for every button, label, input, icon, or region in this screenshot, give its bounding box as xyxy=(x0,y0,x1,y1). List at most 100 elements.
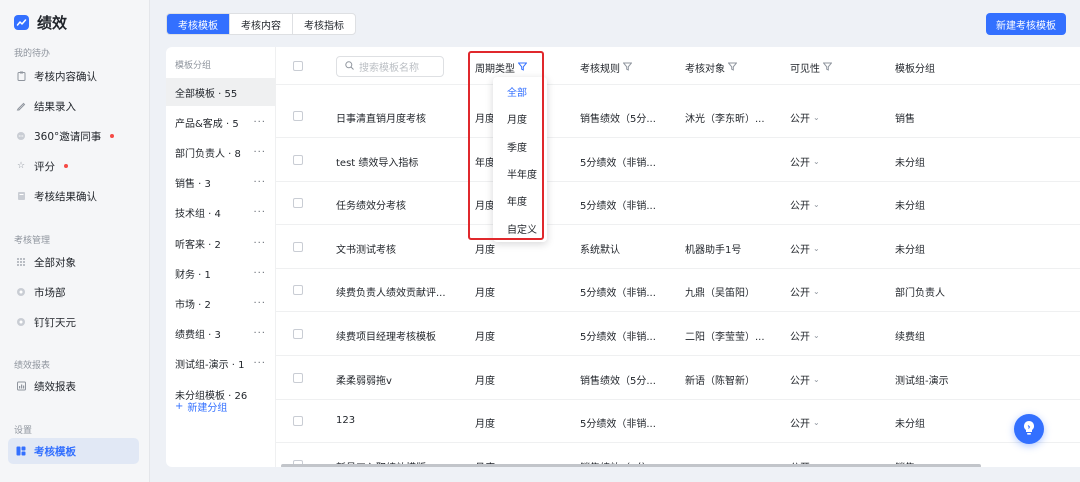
column-rule[interactable]: 考核规则 xyxy=(580,60,632,75)
table-row[interactable]: 日事清直销月度考核 月度 销售绩效（5分... 沐光（李东昕）... 销售 公开 ⌄ xyxy=(276,95,1080,138)
cell-period: 月度 xyxy=(475,332,495,343)
chevron-down-icon: ⌄ xyxy=(813,374,820,384)
sidebar-item-result-confirm[interactable]: 考核结果确认 xyxy=(8,183,139,209)
sidebar-item-score[interactable]: ☆ 评分 xyxy=(8,153,139,179)
help-fab-button[interactable] xyxy=(1014,414,1044,444)
group-item[interactable]: 部门负责人 · 8 ··· xyxy=(166,138,275,166)
table-row[interactable]: 续费负责人绩效贡献评... 月度 5分绩效（非销... 九鼎（吴笛阳） 部门负责人 公开 ⌄ xyxy=(276,269,1080,313)
more-options-icon[interactable]: ··· xyxy=(253,147,266,158)
table-row[interactable]: 柔柔弱弱拖v 月度 销售绩效（5分... 新语（陈智新） 测试组-演示 公开 ⌄ xyxy=(276,357,1080,400)
cell-name[interactable]: 任务绩效分考核 xyxy=(336,197,406,212)
row-checkbox[interactable] xyxy=(293,329,303,339)
app-logo-icon xyxy=(14,15,29,30)
column-visibility-label: 可见性 xyxy=(790,64,820,75)
sidebar-item-report[interactable]: 绩效报表 xyxy=(8,373,139,399)
visibility-value: 公开 xyxy=(790,375,810,387)
chevron-down-icon: ⌄ xyxy=(813,287,820,297)
annotation-highlight-box xyxy=(468,51,544,240)
filter-icon[interactable] xyxy=(728,62,737,74)
more-options-icon[interactable]: ··· xyxy=(253,238,266,249)
sidebar-item-invite[interactable]: 360°邀请同事 xyxy=(8,123,139,149)
table-row[interactable]: 任务绩效分考核 月度 5分绩效（非销... 未分组 公开 ⌄ xyxy=(276,182,1080,226)
group-item[interactable]: 听客来 · 2 ··· xyxy=(166,229,275,257)
cell-name[interactable]: 柔柔弱弱拖v xyxy=(336,372,392,387)
select-all-checkbox[interactable] xyxy=(293,61,303,71)
group-item[interactable]: 市场 · 2 ··· xyxy=(166,289,275,317)
row-checkbox[interactable] xyxy=(293,285,303,296)
sidebar-item-result-entry[interactable]: 结果录入 xyxy=(8,93,139,119)
visibility-select[interactable]: 公开⌄ xyxy=(790,197,820,212)
column-target-label: 考核对象 xyxy=(685,64,725,75)
sidebar-item-label: 绩效报表 xyxy=(34,380,76,393)
horizontal-scrollbar[interactable] xyxy=(281,464,981,467)
sidebar-item-dingtalk[interactable]: 钉钉天元 xyxy=(8,309,139,335)
group-item[interactable]: 全部模板 · 55 xyxy=(166,78,275,106)
row-checkbox[interactable] xyxy=(293,198,303,209)
row-checkbox[interactable] xyxy=(293,154,303,165)
tab-templates[interactable]: 考核模板 xyxy=(167,14,230,34)
table-row[interactable]: 文书测试考核 月度 系统默认 机器助手1号 未分组 公开 ⌄ xyxy=(276,226,1080,269)
group-item-label: 财务 · 1 xyxy=(175,269,211,281)
new-template-button[interactable]: 新建考核模板 xyxy=(986,13,1066,35)
more-options-icon[interactable]: ··· xyxy=(253,328,266,339)
more-options-icon[interactable]: ··· xyxy=(253,207,266,218)
more-options-icon[interactable]: ··· xyxy=(253,117,266,128)
sidebar-item-all-targets[interactable]: 全部对象 xyxy=(8,249,139,275)
visibility-select[interactable]: 公开⌄ xyxy=(790,328,820,343)
section-title-todo: 我的待办 xyxy=(14,49,51,59)
table-row[interactable]: 123 月度 5分绩效（非销... 未分组 公开 ⌄ xyxy=(276,400,1080,444)
group-item-label: 测试组-演示 · 1 xyxy=(175,360,245,372)
row-checkbox[interactable] xyxy=(293,416,303,427)
search-icon xyxy=(345,60,354,73)
sidebar-item-content-confirm[interactable]: 考核内容确认 xyxy=(8,63,139,89)
more-options-icon[interactable]: ··· xyxy=(253,298,266,309)
cell-name[interactable]: 续费负责人绩效贡献评... xyxy=(336,284,446,299)
cell-name[interactable]: 文书测试考核 xyxy=(336,241,396,256)
more-options-icon[interactable]: ··· xyxy=(253,268,266,279)
visibility-select[interactable]: 公开⌄ xyxy=(790,154,820,169)
group-item[interactable]: 财务 · 1 ··· xyxy=(166,259,275,287)
visibility-select[interactable]: 公开⌄ xyxy=(790,372,820,387)
cell-name[interactable]: test 绩效导入指标 xyxy=(336,154,418,169)
sidebar-item-template[interactable]: 考核模板 xyxy=(8,438,139,464)
table-row[interactable]: 续费项目经理考核模板 月度 5分绩效（非销... 二阳（李莹莹）... 续费组 公开 ⌄ xyxy=(276,313,1080,356)
table-row[interactable]: test 绩效导入指标 年度 5分绩效（非销... 未分组 公开 ⌄ xyxy=(276,139,1080,182)
visibility-select[interactable]: 公开⌄ xyxy=(790,415,820,430)
group-item[interactable]: 测试组-演示 · 1 ··· xyxy=(166,350,275,378)
cell-target: 沐光（李东昕）... xyxy=(685,114,765,125)
filter-icon[interactable] xyxy=(823,62,832,74)
sidebar-item-label: 结果录入 xyxy=(34,100,76,113)
tab-content[interactable]: 考核内容 xyxy=(230,14,293,34)
visibility-value: 公开 xyxy=(790,201,810,213)
column-group-label: 模板分组 xyxy=(895,64,935,75)
row-checkbox[interactable] xyxy=(293,372,303,383)
search-input[interactable]: 搜索模板名称 xyxy=(336,56,444,77)
column-target[interactable]: 考核对象 xyxy=(685,60,737,75)
cell-name[interactable]: 123 xyxy=(336,415,355,426)
visibility-select[interactable]: 公开⌄ xyxy=(790,241,820,256)
template-card: 模板分组 全部模板 · 55 产品&客成 · 5 ··· 部门负责人 · 8 ··· 销售… xyxy=(166,47,1080,467)
more-options-icon[interactable]: ··· xyxy=(253,358,266,369)
add-group-button[interactable]: + 新建分组 xyxy=(175,399,227,414)
group-panel: 模板分组 全部模板 · 55 产品&客成 · 5 ··· 部门负责人 · 8 ··· 销售… xyxy=(166,47,276,467)
cell-group: 续费组 xyxy=(895,332,925,343)
book-icon xyxy=(16,191,26,201)
column-visibility[interactable]: 可见性 xyxy=(790,60,832,75)
visibility-select[interactable]: 公开⌄ xyxy=(790,110,820,125)
row-checkbox[interactable] xyxy=(293,111,303,121)
group-item[interactable]: 技术组 · 4 ··· xyxy=(166,199,275,227)
sidebar-item-market-dept[interactable]: 市场部 xyxy=(8,279,139,305)
sidebar-item-label: 全部对象 xyxy=(34,256,76,269)
cell-name[interactable]: 日事清直销月度考核 xyxy=(336,110,426,125)
group-item[interactable]: 产品&客成 · 5 ··· xyxy=(166,108,275,136)
more-options-icon[interactable]: ··· xyxy=(253,177,266,188)
cell-name[interactable]: 续费项目经理考核模板 xyxy=(336,328,436,343)
filter-icon[interactable] xyxy=(623,62,632,74)
row-checkbox[interactable] xyxy=(293,241,303,252)
tab-indicators[interactable]: 考核指标 xyxy=(293,14,355,34)
visibility-select[interactable]: 公开⌄ xyxy=(790,284,820,299)
group-item[interactable]: 绩费组 · 3 ··· xyxy=(166,320,275,348)
dept-icon xyxy=(16,287,26,297)
plus-icon: + xyxy=(175,401,184,412)
group-item[interactable]: 销售 · 3 ··· xyxy=(166,169,275,197)
